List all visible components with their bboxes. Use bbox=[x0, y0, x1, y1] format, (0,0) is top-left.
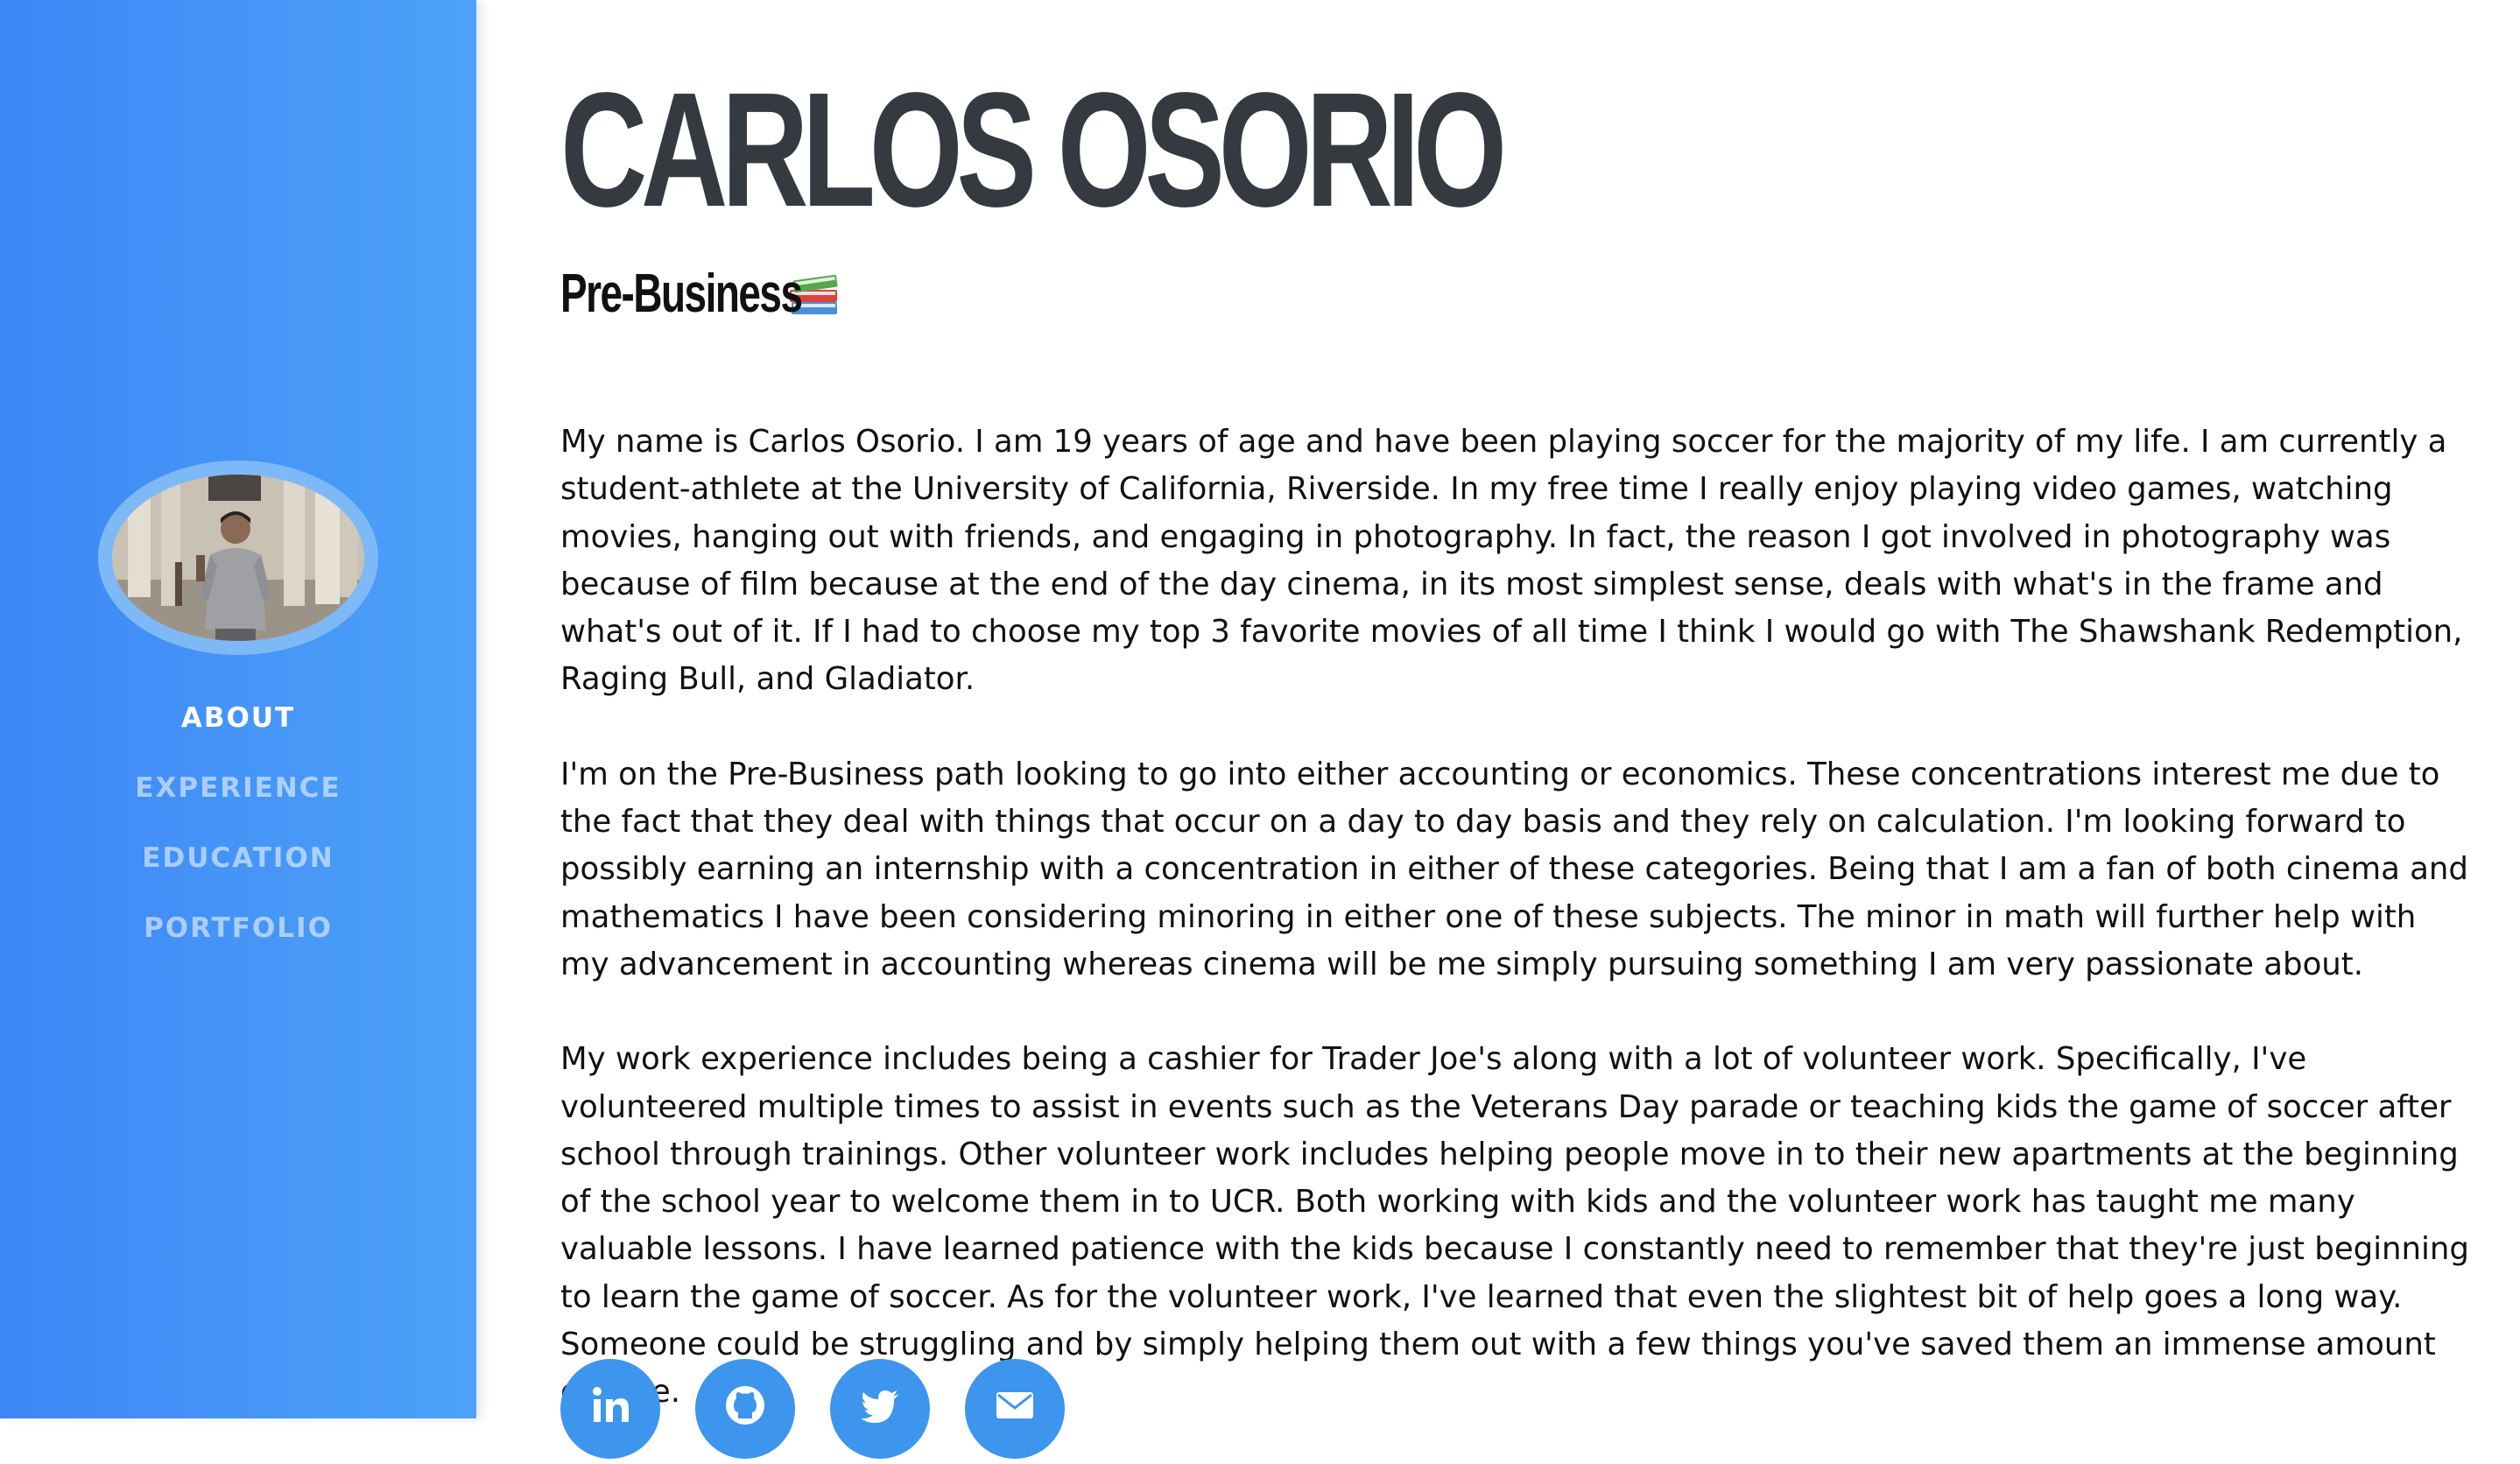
avatar bbox=[112, 475, 364, 641]
email-icon bbox=[996, 1392, 1033, 1418]
twitter-icon bbox=[861, 1390, 898, 1423]
email-link[interactable] bbox=[965, 1359, 1065, 1459]
bio: My name is Carlos Osorio. I am 19 years … bbox=[560, 419, 2469, 1464]
bio-paragraph: My name is Carlos Osorio. I am 19 years … bbox=[560, 424, 2463, 698]
avatar-ring bbox=[98, 461, 378, 655]
page-title: CARLOS OSORIO bbox=[560, 60, 1507, 241]
bio-paragraph: I'm on the Pre-Business path looking to … bbox=[560, 756, 2468, 982]
social-links bbox=[560, 1359, 1065, 1459]
linkedin-link[interactable] bbox=[560, 1359, 660, 1459]
nav-item-portfolio[interactable]: PORTFOLIO bbox=[0, 907, 476, 977]
profile-photo bbox=[112, 475, 364, 641]
twitter-link[interactable] bbox=[830, 1359, 930, 1459]
github-icon bbox=[726, 1386, 764, 1425]
github-link[interactable] bbox=[695, 1359, 795, 1459]
nav-item-experience[interactable]: EXPERIENCE bbox=[0, 767, 476, 837]
nav-item-about[interactable]: ABOUT bbox=[0, 697, 476, 767]
linkedin-icon bbox=[593, 1387, 629, 1422]
subtitle: Pre-Business bbox=[560, 261, 842, 327]
nav-item-education[interactable]: EDUCATION bbox=[0, 837, 476, 907]
subtitle-text: Pre-Business bbox=[560, 264, 803, 324]
main-nav: ABOUT EXPERIENCE EDUCATION PORTFOLIO bbox=[0, 697, 476, 977]
sidebar: ABOUT EXPERIENCE EDUCATION PORTFOLIO bbox=[0, 0, 476, 1418]
